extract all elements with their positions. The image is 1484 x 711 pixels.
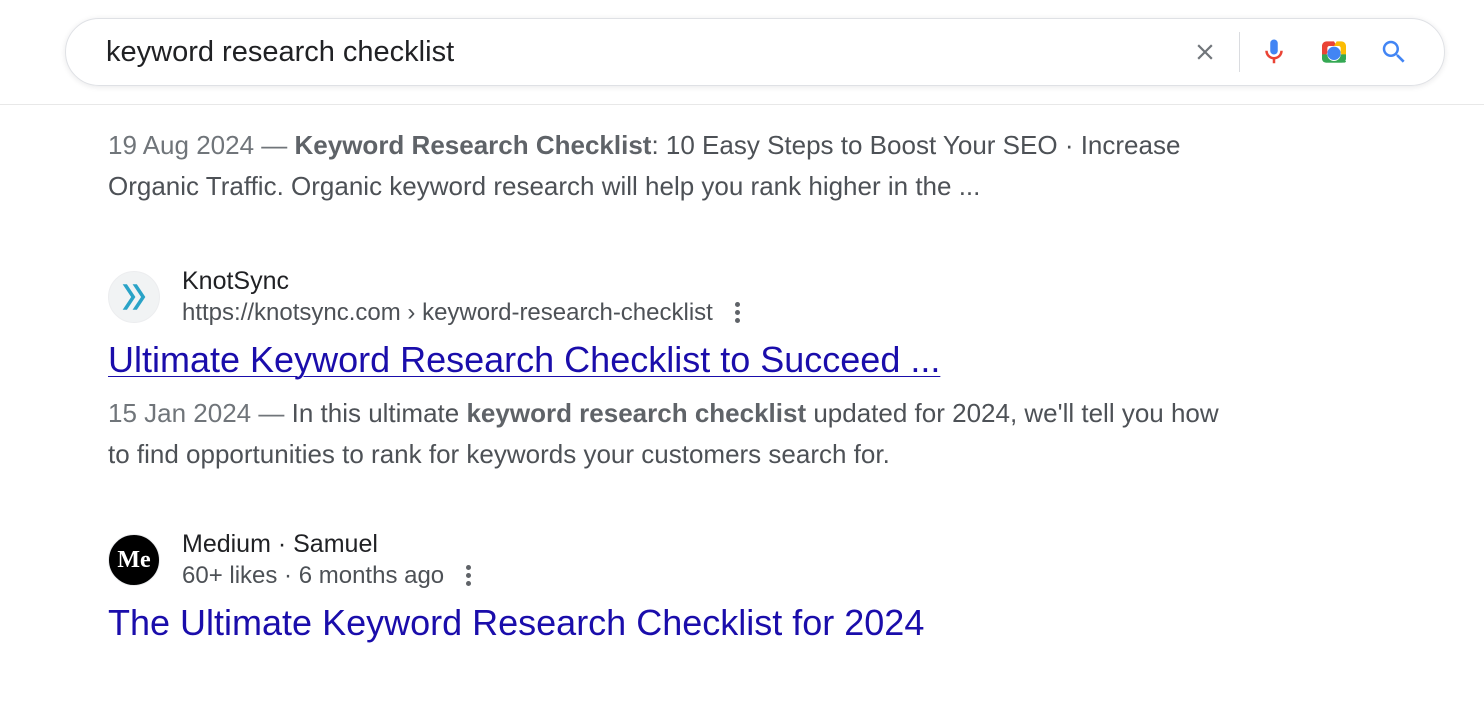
breadcrumb: https://knotsync.com › keyword-research-… xyxy=(182,299,713,327)
result-date: 15 Jan 2024 xyxy=(108,398,251,428)
search-actions xyxy=(1175,32,1424,72)
result-snippet: 15 Jan 2024 — In this ultimate keyword r… xyxy=(108,393,1230,475)
result-header: KnotSync https://knotsync.com › keyword-… xyxy=(108,267,1230,327)
voice-search-icon[interactable] xyxy=(1244,32,1304,72)
search-result: KnotSync https://knotsync.com › keyword-… xyxy=(108,267,1230,475)
breadcrumb: 60+ likes · 6 months ago xyxy=(182,562,444,590)
clear-icon[interactable] xyxy=(1175,32,1235,72)
result-header: Me Medium · Samuel 60+ likes · 6 months … xyxy=(108,530,1230,590)
more-options-icon[interactable] xyxy=(731,298,744,327)
snippet-bold: keyword research checklist xyxy=(466,398,806,428)
search-input[interactable] xyxy=(106,36,1175,69)
favicon-medium: Me xyxy=(108,534,160,586)
search-icon[interactable] xyxy=(1364,32,1424,72)
snippet-bold: Keyword Research Checklist xyxy=(295,130,652,160)
search-bar xyxy=(65,18,1445,86)
result-title-link[interactable]: The Ultimate Keyword Research Checklist … xyxy=(108,602,924,644)
search-bar-container xyxy=(0,0,1484,105)
favicon-knotsync xyxy=(108,271,160,323)
search-results: 19 Aug 2024 — Keyword Research Checklist… xyxy=(0,105,1230,656)
result-snippet-partial: 19 Aug 2024 — Keyword Research Checklist… xyxy=(108,125,1230,207)
site-name: KnotSync xyxy=(182,267,744,296)
result-meta: Medium · Samuel 60+ likes · 6 months ago xyxy=(182,530,475,590)
result-meta: KnotSync https://knotsync.com › keyword-… xyxy=(182,267,744,327)
more-options-icon[interactable] xyxy=(462,561,475,590)
site-name: Medium · Samuel xyxy=(182,530,475,559)
result-date: 19 Aug 2024 xyxy=(108,130,254,160)
search-result: Me Medium · Samuel 60+ likes · 6 months … xyxy=(108,530,1230,656)
result-title-link[interactable]: Ultimate Keyword Research Checklist to S… xyxy=(108,339,940,381)
divider xyxy=(1239,32,1240,72)
image-search-icon[interactable] xyxy=(1304,32,1364,72)
